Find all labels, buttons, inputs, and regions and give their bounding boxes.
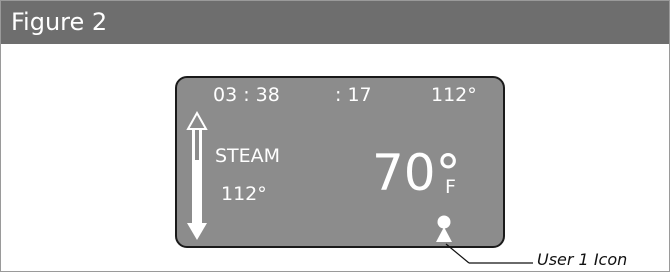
time-readout: 03 : 38 [213, 84, 280, 106]
seconds-readout: : 17 [335, 84, 372, 106]
mode-label: STEAM [215, 145, 281, 167]
user-icon-callout: User 1 Icon [537, 250, 628, 269]
set-temp-readout: 112° [431, 84, 477, 106]
control-display: 03 : 38 : 17 112° STEAM 112° 70° F [175, 76, 505, 248]
up-down-arrow-icon[interactable] [186, 111, 208, 241]
mode-temp: 112° [221, 183, 267, 205]
temp-unit: F [445, 176, 456, 198]
figure-frame: Figure 2 03 : 38 : 17 112° STEAM 112° 70… [0, 0, 670, 272]
figure-header: Figure 2 [1, 1, 669, 44]
figure-title: Figure 2 [11, 8, 108, 36]
user-1-icon[interactable] [433, 214, 455, 244]
